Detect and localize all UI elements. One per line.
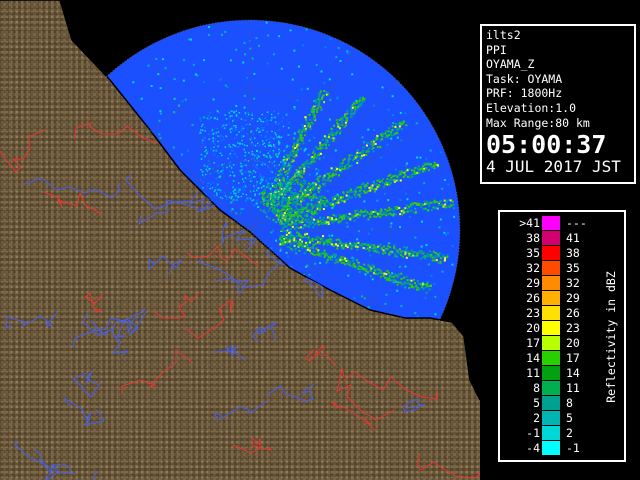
legend-swatch bbox=[542, 411, 560, 425]
legend-high-value: 8 bbox=[566, 396, 573, 410]
scan-date: 4 JUL 2017 JST bbox=[486, 157, 621, 177]
legend-row: 58 bbox=[500, 396, 610, 411]
legend-high-value: 5 bbox=[566, 411, 573, 425]
legend-high-value: 2 bbox=[566, 426, 573, 440]
legend-low-value: -1 bbox=[526, 426, 540, 440]
legend-low-value: 38 bbox=[526, 231, 540, 245]
legend-title: Reflectivity in dBZ bbox=[604, 271, 618, 403]
info-scan-type: PPI bbox=[486, 42, 507, 57]
legend-row: 38 41 bbox=[500, 231, 610, 246]
legend-low-value: 29 bbox=[526, 276, 540, 290]
legend-high-value: 14 bbox=[566, 366, 580, 380]
legend-row: 11 14 bbox=[500, 366, 610, 381]
legend-swatch bbox=[542, 216, 560, 230]
legend-swatch bbox=[542, 261, 560, 275]
legend-row: 14 17 bbox=[500, 351, 610, 366]
legend-row: 32 35 bbox=[500, 261, 610, 276]
legend-low-value: 32 bbox=[526, 261, 540, 275]
legend-swatch bbox=[542, 291, 560, 305]
legend-low-value: 23 bbox=[526, 306, 540, 320]
legend-high-value: 26 bbox=[566, 306, 580, 320]
legend-swatch bbox=[542, 246, 560, 260]
legend-low-value: -4 bbox=[526, 441, 540, 455]
legend-swatch bbox=[542, 366, 560, 380]
legend-row: >41 --- bbox=[500, 216, 610, 231]
legend-high-value: 41 bbox=[566, 231, 580, 245]
legend-low-value: 20 bbox=[526, 321, 540, 335]
legend-low-value: 14 bbox=[526, 351, 540, 365]
info-elevation: Elevation:1.0 bbox=[486, 100, 577, 115]
legend-high-value: 35 bbox=[566, 261, 580, 275]
legend-row: 20 23 bbox=[500, 321, 610, 336]
legend-high-value: --- bbox=[566, 216, 587, 230]
info-task: Task: OYAMA bbox=[486, 71, 563, 86]
legend-low-value: 2 bbox=[533, 411, 540, 425]
legend-swatch bbox=[542, 351, 560, 365]
legend-low-value: 11 bbox=[526, 366, 540, 380]
legend-swatch bbox=[542, 321, 560, 335]
reflectivity-legend: >41 --- 38 41 35 38 32 35 29 32 26 29 23 26 20 23 17 20 14… bbox=[498, 210, 626, 462]
legend-low-value: 35 bbox=[526, 246, 540, 260]
scan-time: 05:00:37 bbox=[486, 130, 607, 160]
legend-row: 8 11 bbox=[500, 381, 610, 396]
legend-row: -4 -1 bbox=[500, 441, 610, 456]
legend-high-value: 17 bbox=[566, 351, 580, 365]
legend-high-value: 11 bbox=[566, 381, 580, 395]
info-field: OYAMA_Z bbox=[486, 57, 535, 72]
legend-row: 17 20 bbox=[500, 336, 610, 351]
legend-swatch bbox=[542, 441, 560, 455]
legend-row: 25 bbox=[500, 411, 610, 426]
info-max-range: Max Range:80 km bbox=[486, 115, 590, 130]
legend-row: 26 29 bbox=[500, 291, 610, 306]
legend-low-value: 8 bbox=[533, 381, 540, 395]
legend-row: 29 32 bbox=[500, 276, 610, 291]
legend-low-value: 5 bbox=[533, 396, 540, 410]
legend-high-value: 32 bbox=[566, 276, 580, 290]
legend-row: -1 2 bbox=[500, 426, 610, 441]
legend-high-value: -1 bbox=[566, 441, 580, 455]
info-prf: PRF: 1800Hz bbox=[486, 86, 563, 101]
legend-swatch bbox=[542, 336, 560, 350]
scan-info-panel: ilts2 PPI OYAMA_Z Task: OYAMA PRF: 1800H… bbox=[480, 24, 636, 184]
legend-row: 35 38 bbox=[500, 246, 610, 261]
legend-high-value: 20 bbox=[566, 336, 580, 350]
info-product: ilts2 bbox=[486, 28, 521, 42]
legend-swatch bbox=[542, 426, 560, 440]
legend-low-value: >41 bbox=[519, 216, 540, 230]
legend-high-value: 29 bbox=[566, 291, 580, 305]
legend-low-value: 17 bbox=[526, 336, 540, 350]
legend-swatch bbox=[542, 381, 560, 395]
legend-swatch bbox=[542, 231, 560, 245]
legend-high-value: 38 bbox=[566, 246, 580, 260]
legend-low-value: 26 bbox=[526, 291, 540, 305]
legend-swatch bbox=[542, 306, 560, 320]
legend-row: 23 26 bbox=[500, 306, 610, 321]
legend-swatch bbox=[542, 276, 560, 290]
legend-high-value: 23 bbox=[566, 321, 580, 335]
radar-ppi-map bbox=[0, 0, 480, 480]
legend-swatch bbox=[542, 396, 560, 410]
